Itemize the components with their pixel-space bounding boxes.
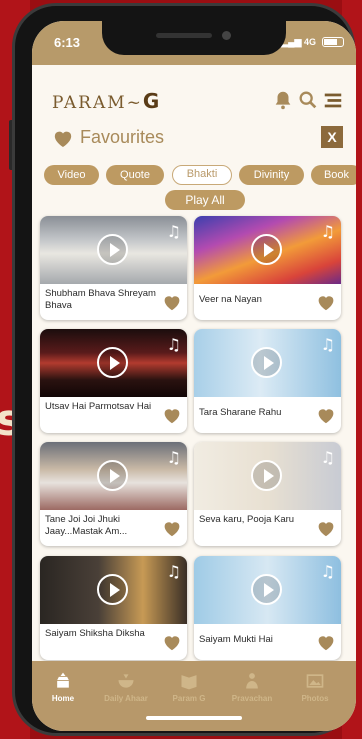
heart-icon[interactable] xyxy=(162,633,182,651)
music-note-icon: ♫ xyxy=(320,562,335,581)
heart-icon[interactable] xyxy=(162,406,182,424)
card-title: Veer na Nayan xyxy=(199,294,262,305)
nav-item-pravachan[interactable]: Pravachan xyxy=(221,671,283,703)
phone-screen: 6:13 ▂▄▆ 4G PARAM~G Favourites X Video Q… xyxy=(32,21,356,731)
play-icon[interactable] xyxy=(97,460,128,491)
play-icon[interactable] xyxy=(251,460,282,491)
category-tabs: Video Quote Bhakti Divinity Book xyxy=(44,165,356,187)
card-title: Tane Joi Joi Jhuki Jaay...Mastak Am... xyxy=(45,514,128,537)
phone-notch xyxy=(102,21,286,55)
tab-video[interactable]: Video xyxy=(44,165,99,185)
battery-icon xyxy=(322,37,344,47)
play-icon[interactable] xyxy=(97,234,128,265)
tab-quote[interactable]: Quote xyxy=(106,165,164,185)
play-icon[interactable] xyxy=(251,574,282,605)
signal-indicator: ▂▄▆ 4G xyxy=(281,37,316,48)
photo-icon xyxy=(306,674,324,688)
nav-item-param-g[interactable]: Param G xyxy=(158,671,220,703)
music-note-icon: ♫ xyxy=(320,448,335,467)
play-icon[interactable] xyxy=(97,347,128,378)
music-note-icon: ♫ xyxy=(166,448,181,467)
card-title: Saiyam Shiksha Diksha xyxy=(45,628,145,639)
play-icon[interactable] xyxy=(251,234,282,265)
music-note-icon: ♫ xyxy=(166,222,181,241)
music-note-icon: ♫ xyxy=(166,335,181,354)
heart-icon[interactable] xyxy=(316,406,336,424)
card-title: Saiyam Mukti Hai xyxy=(199,634,273,645)
card-title: Shubham Bhava Shreyam Bhava xyxy=(45,288,156,311)
status-time: 6:13 xyxy=(54,35,81,50)
heart-icon[interactable] xyxy=(316,633,336,651)
front-camera xyxy=(222,31,231,40)
media-card[interactable]: ♫ Saiyam Shiksha Diksha xyxy=(40,556,187,660)
heart-icon[interactable] xyxy=(162,519,182,537)
card-title: Tara Sharane Rahu xyxy=(199,407,282,418)
media-card[interactable]: ♫ Seva karu, Pooja Karu xyxy=(194,442,341,546)
tab-divinity[interactable]: Divinity xyxy=(239,165,304,185)
temple-icon xyxy=(57,672,69,688)
nav-item-daily-ahaar[interactable]: Daily Ahaar xyxy=(95,671,157,703)
close-button[interactable]: X xyxy=(321,126,343,148)
tab-book[interactable]: Book xyxy=(311,165,356,185)
heart-icon xyxy=(54,131,72,148)
tab-bhakti[interactable]: Bhakti xyxy=(172,165,232,185)
card-title: Utsav Hai Parmotsav Hai xyxy=(45,401,152,412)
bowl-icon xyxy=(118,674,134,688)
media-card[interactable]: ♫ Tane Joi Joi Jhuki Jaay...Mastak Am... xyxy=(40,442,187,546)
network-label: 4G xyxy=(303,37,316,47)
media-card[interactable]: ♫ Shubham Bhava Shreyam Bhava xyxy=(40,216,187,320)
card-title: Seva karu, Pooja Karu xyxy=(199,514,295,525)
menu-icon[interactable] xyxy=(322,89,344,111)
search-icon[interactable] xyxy=(297,89,319,111)
bell-icon[interactable] xyxy=(272,89,294,111)
bottom-nav: Home Daily Ahaar Param G Pravachan Photo… xyxy=(32,661,356,731)
media-card[interactable]: ♫ Saiyam Mukti Hai xyxy=(194,556,341,660)
heart-icon[interactable] xyxy=(316,293,336,311)
favourites-bar: Favourites X xyxy=(52,126,343,150)
music-note-icon: ♫ xyxy=(320,335,335,354)
book-icon xyxy=(181,675,197,690)
play-icon[interactable] xyxy=(251,347,282,378)
app-header: PARAM~G xyxy=(32,69,356,113)
speaker-icon xyxy=(246,673,258,689)
play-all-button[interactable]: Play All xyxy=(165,190,245,210)
heart-icon[interactable] xyxy=(316,519,336,537)
favourites-title: Favourites xyxy=(80,127,165,147)
music-note-icon: ♫ xyxy=(320,222,335,241)
media-card[interactable]: ♫ Veer na Nayan xyxy=(194,216,341,320)
media-card[interactable]: ♫ Utsav Hai Parmotsav Hai xyxy=(40,329,187,433)
play-icon[interactable] xyxy=(97,574,128,605)
media-card[interactable]: ♫ Tara Sharane Rahu xyxy=(194,329,341,433)
phone-frame: 6:13 ▂▄▆ 4G PARAM~G Favourites X Video Q… xyxy=(12,3,356,736)
heart-icon[interactable] xyxy=(162,293,182,311)
nav-item-photos[interactable]: Photos xyxy=(284,671,346,703)
nav-item-home[interactable]: Home xyxy=(32,671,94,703)
music-note-icon: ♫ xyxy=(166,562,181,581)
speaker-grille xyxy=(156,33,212,38)
app-logo: PARAM~G xyxy=(52,89,160,113)
home-indicator[interactable] xyxy=(146,716,242,720)
